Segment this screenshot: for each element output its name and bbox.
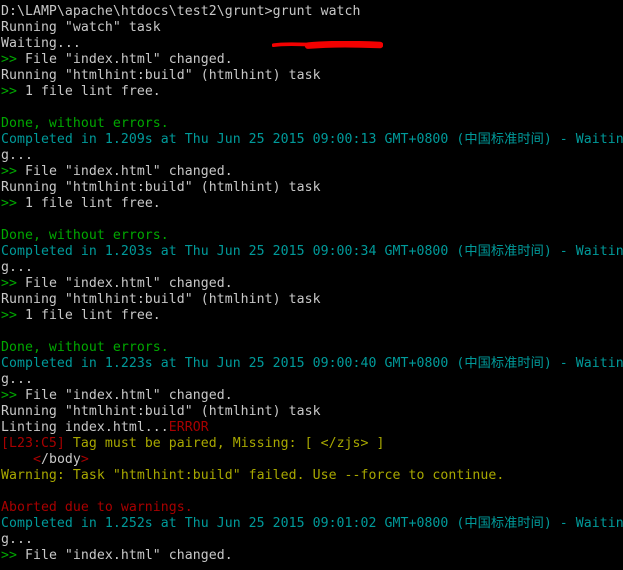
text-segment: Completed in 1.203s at Thu Jun 25 2015 0… [1,244,623,259]
prompt-line: D:\LAMP\apache\htdocs\test2\grunt>grunt … [1,4,623,20]
text-segment: Aborted due to warnings. [1,500,193,515]
output-line: Completed in 1.209s at Thu Jun 25 2015 0… [1,132,623,148]
output-line: g... [1,148,623,164]
text-segment: Warning: Task "htmlhint:build" failed. U… [1,468,505,483]
text-segment: g... [1,260,33,275]
text-segment: g... [1,148,33,163]
output-line: >> File "index.html" changed. [1,548,623,564]
text-segment: Running "htmlhint:build" (htmlhint) task [1,180,321,195]
text-segment: Running "htmlhint:build" (htmlhint) task [1,68,321,83]
output-line: >> File "index.html" changed. [1,52,623,68]
text-segment: < [32,452,41,467]
output-line: Waiting... [1,36,623,52]
output-line: Completed in 1.252s at Thu Jun 25 2015 0… [1,516,623,532]
text-segment: File "index.html" changed. [16,388,233,403]
output-line: g... [1,260,623,276]
output-line: Running "htmlhint:build" (htmlhint) task [1,68,623,84]
output-line: >> File "index.html" changed. [1,388,623,404]
text-segment: Done, without errors. [1,340,169,355]
output-line: Warning: Task "htmlhint:build" failed. U… [1,468,623,484]
text-segment: /body [40,452,81,467]
text-segment: g... [1,372,33,387]
text-segment: Running "watch" task [1,20,161,35]
output-line: g... [1,372,623,388]
text-segment: >> [1,276,17,291]
output-line: >> 1 file lint free. [1,308,623,324]
output-line: Completed in 1.203s at Thu Jun 25 2015 0… [1,244,623,260]
output-line: Aborted due to warnings. [1,500,623,516]
text-segment: >> [1,196,17,211]
text-segment: Running "htmlhint:build" (htmlhint) task [1,292,321,307]
output-line: >> 1 file lint free. [1,196,623,212]
text-segment: >> [1,52,17,67]
text-segment: [L23:C5] [1,436,65,451]
output-line: Running "htmlhint:build" (htmlhint) task [1,180,623,196]
text-segment: >> [1,548,17,563]
text-segment: >> [1,84,17,99]
text-segment: Waiting... [1,36,81,51]
output-line: Done, without errors. [1,228,623,244]
text-segment: >> [1,164,17,179]
output-line: Done, without errors. [1,116,623,132]
text-segment: 1 file lint free. [16,196,161,211]
output-line: </body> [1,452,623,468]
text-segment: File "index.html" changed. [16,548,233,563]
text-segment [1,452,33,467]
text-segment: Completed in 1.223s at Thu Jun 25 2015 0… [1,356,623,371]
text-segment: >> [1,308,17,323]
text-segment: Completed in 1.252s at Thu Jun 25 2015 0… [1,516,623,531]
output-line: Running "watch" task [1,20,623,36]
text-segment: >> [1,388,17,403]
text-segment: 1 file lint free. [16,308,161,323]
text-segment: D:\LAMP\apache\htdocs\test2\grunt>grunt … [1,4,361,19]
output-line: >> File "index.html" changed. [1,164,623,180]
text-segment: Linting index.html... [1,420,169,435]
text-segment: g... [1,532,33,547]
text-segment: Done, without errors. [1,228,169,243]
terminal-output-area[interactable]: D:\LAMP\apache\htdocs\test2\grunt>grunt … [1,4,623,564]
text-segment: Completed in 1.209s at Thu Jun 25 2015 0… [1,132,623,147]
output-line: Completed in 1.223s at Thu Jun 25 2015 0… [1,356,623,372]
text-segment: Running "htmlhint:build" (htmlhint) task [1,404,321,419]
output-line: Linting index.html...ERROR [1,420,623,436]
text-segment: File "index.html" changed. [16,276,233,291]
terminal-window[interactable]: D:\LAMP\apache\htdocs\test2\grunt>grunt … [0,0,623,570]
text-segment: File "index.html" changed. [16,52,233,67]
output-line: Running "htmlhint:build" (htmlhint) task [1,404,623,420]
output-line: Running "htmlhint:build" (htmlhint) task [1,292,623,308]
output-line: Done, without errors. [1,340,623,356]
text-segment: > [80,452,89,467]
output-line: >> 1 file lint free. [1,84,623,100]
output-line: [L23:C5] Tag must be paired, Missing: [ … [1,436,623,452]
text-segment: ERROR [168,420,209,435]
output-line: >> File "index.html" changed. [1,276,623,292]
output-line: g... [1,532,623,548]
text-segment: Tag must be paired, Missing: [ </zjs> ] [64,436,385,451]
text-segment: 1 file lint free. [16,84,161,99]
text-segment: Done, without errors. [1,116,169,131]
text-segment: File "index.html" changed. [16,164,233,179]
